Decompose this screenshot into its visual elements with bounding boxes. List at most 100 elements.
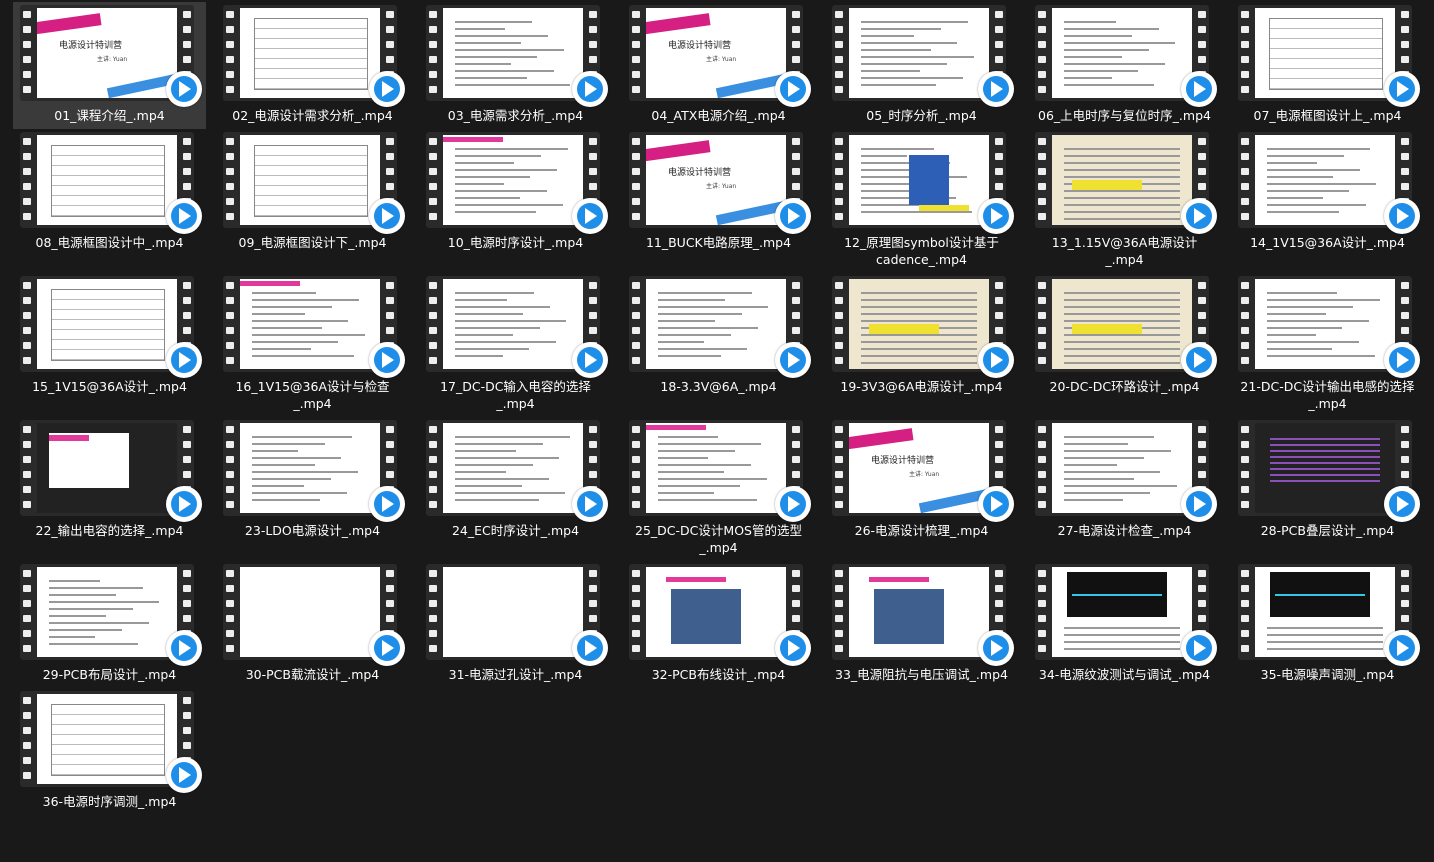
video-file-item[interactable]: 08_电源框图设计中_.mp4: [13, 129, 206, 251]
text-line: [861, 35, 915, 37]
thumbnail-preview: 电源设计特训营 主讲: Yuan: [849, 423, 989, 513]
film-hole: [995, 168, 1003, 175]
file-name-label: 34-电源纹波测试与调试_.mp4: [1038, 667, 1211, 682]
video-file-item[interactable]: 电源设计特训营 主讲: Yuan 11_BUCK电路原理_.mp4: [622, 129, 815, 251]
video-file-item[interactable]: 34-电源纹波测试与调试_.mp4: [1028, 561, 1221, 683]
thumbnail-preview: [240, 567, 380, 657]
film-strip-icon: 电源设计特训营 主讲: Yuan: [629, 132, 811, 234]
film-strip-icon: [629, 564, 811, 666]
text-line: [252, 485, 305, 487]
film-hole: [792, 56, 800, 63]
video-file-item[interactable]: 05_时序分析_.mp4: [825, 2, 1018, 124]
video-file-item[interactable]: 03_电源需求分析_.mp4: [419, 2, 612, 124]
text-line: [455, 211, 537, 213]
table-row: [255, 196, 367, 206]
text-line: [455, 478, 549, 480]
video-file-item[interactable]: 13_1.15V@36A电源设计_.mp4: [1028, 129, 1221, 268]
play-badge-icon: [369, 486, 405, 522]
table-row: [255, 59, 367, 69]
video-file-item[interactable]: 19-3V3@6A电源设计_.mp4: [825, 273, 1018, 395]
file-grid: 电源设计特训营 主讲: Yuan 01_课程介绍_.mp4 02_电源设计需求分析_.…: [0, 0, 1434, 862]
film-hole: [1038, 600, 1046, 607]
table-row: [255, 156, 367, 166]
video-file-item[interactable]: 36-电源时序调测_.mp4: [13, 688, 206, 810]
film-holes-left: [223, 5, 237, 101]
film-strip-icon: [1238, 5, 1420, 107]
film-hole: [226, 486, 234, 493]
film-hole: [1198, 282, 1206, 289]
video-file-item[interactable]: 22_输出电容的选择_.mp4: [13, 417, 206, 539]
file-name-label: 22_输出电容的选择_.mp4: [35, 523, 184, 538]
pcb-layer-line: [1270, 450, 1380, 452]
video-file-item[interactable]: 06_上电时序与复位时序_.mp4: [1028, 2, 1221, 124]
film-hole: [226, 426, 234, 433]
file-name-label: 29-PCB布局设计_.mp4: [42, 667, 177, 682]
video-file-item[interactable]: 20-DC-DC环路设计_.mp4: [1028, 273, 1221, 395]
file-name-label: 01_课程介绍_.mp4: [54, 108, 165, 123]
film-hole: [1401, 471, 1409, 478]
video-file-item[interactable]: 12_原理图symbol设计基于cadence_.mp4: [825, 129, 1018, 268]
film-hole: [632, 168, 640, 175]
video-file-item[interactable]: 21-DC-DC设计输出电感的选择_.mp4: [1231, 273, 1424, 412]
film-hole: [1198, 312, 1206, 319]
film-hole: [589, 138, 597, 145]
film-hole: [589, 11, 597, 18]
video-file-item[interactable]: 07_电源框图设计上_.mp4: [1231, 2, 1424, 124]
text-line: [1064, 450, 1171, 452]
film-strip-icon: [1035, 564, 1217, 666]
film-strip-icon: [1035, 420, 1217, 522]
video-file-item[interactable]: 33_电源阻抗与电压调试_.mp4: [825, 561, 1018, 683]
text-lines-preview: [252, 287, 368, 362]
text-line: [455, 464, 533, 466]
film-hole: [589, 183, 597, 190]
video-file-item[interactable]: 17_DC-DC输入电容的选择_.mp4: [419, 273, 612, 412]
table-row: [255, 176, 367, 186]
video-file-item[interactable]: 30-PCB载流设计_.mp4: [216, 561, 409, 683]
video-file-item[interactable]: 电源设计特训营 主讲: Yuan 04_ATX电源介绍_.mp4: [622, 2, 815, 124]
text-line: [49, 636, 96, 638]
thumbnail-preview: [849, 279, 989, 369]
video-file-item[interactable]: 32-PCB布线设计_.mp4: [622, 561, 815, 683]
film-hole: [23, 697, 31, 704]
video-file-item[interactable]: 29-PCB布局设计_.mp4: [13, 561, 206, 683]
video-file-item[interactable]: 14_1V15@36A设计_.mp4: [1231, 129, 1424, 251]
film-hole: [792, 26, 800, 33]
film-hole: [1038, 426, 1046, 433]
video-file-item[interactable]: 25_DC-DC设计MOS管的选型_.mp4: [622, 417, 815, 556]
video-file-item[interactable]: 28-PCB叠层设计_.mp4: [1231, 417, 1424, 539]
text-line: [455, 42, 522, 44]
pcb-layer-line: [1270, 438, 1380, 440]
highlight-block: [869, 324, 939, 334]
video-file-item[interactable]: 电源设计特训营 主讲: Yuan 26-电源设计梳理_.mp4: [825, 417, 1018, 539]
video-file-item[interactable]: 24_EC时序设计_.mp4: [419, 417, 612, 539]
video-file-item[interactable]: 09_电源框图设计下_.mp4: [216, 129, 409, 251]
video-file-item[interactable]: 35-电源噪声调测_.mp4: [1231, 561, 1424, 683]
film-hole: [386, 282, 394, 289]
text-line: [1064, 627, 1180, 629]
video-file-item[interactable]: 电源设计特训营 主讲: Yuan 01_课程介绍_.mp4: [13, 2, 206, 129]
film-hole: [1038, 342, 1046, 349]
text-lines-preview: [1064, 622, 1180, 655]
film-strip-icon: [832, 564, 1014, 666]
video-file-item[interactable]: 23-LDO电源设计_.mp4: [216, 417, 409, 539]
text-line: [49, 594, 117, 596]
film-hole: [183, 712, 191, 719]
play-badge-icon: [1181, 71, 1217, 107]
video-file-item[interactable]: 18-3.3V@6A_.mp4: [622, 273, 815, 395]
text-line: [455, 190, 547, 192]
text-line: [1267, 648, 1383, 650]
file-name-label: 11_BUCK电路原理_.mp4: [645, 235, 792, 250]
video-file-item[interactable]: 10_电源时序设计_.mp4: [419, 129, 612, 251]
text-line: [455, 155, 541, 157]
text-line: [1267, 176, 1334, 178]
text-line: [658, 471, 725, 473]
text-line: [455, 204, 563, 206]
video-file-item[interactable]: 27-电源设计检查_.mp4: [1028, 417, 1221, 539]
video-file-item[interactable]: 31-电源过孔设计_.mp4: [419, 561, 612, 683]
film-hole: [226, 456, 234, 463]
text-line: [455, 450, 517, 452]
video-file-item[interactable]: 15_1V15@36A设计_.mp4: [13, 273, 206, 395]
video-file-item[interactable]: 16_1V15@36A设计与检查_.mp4: [216, 273, 409, 412]
video-file-item[interactable]: 02_电源设计需求分析_.mp4: [216, 2, 409, 124]
text-line: [1267, 355, 1375, 357]
